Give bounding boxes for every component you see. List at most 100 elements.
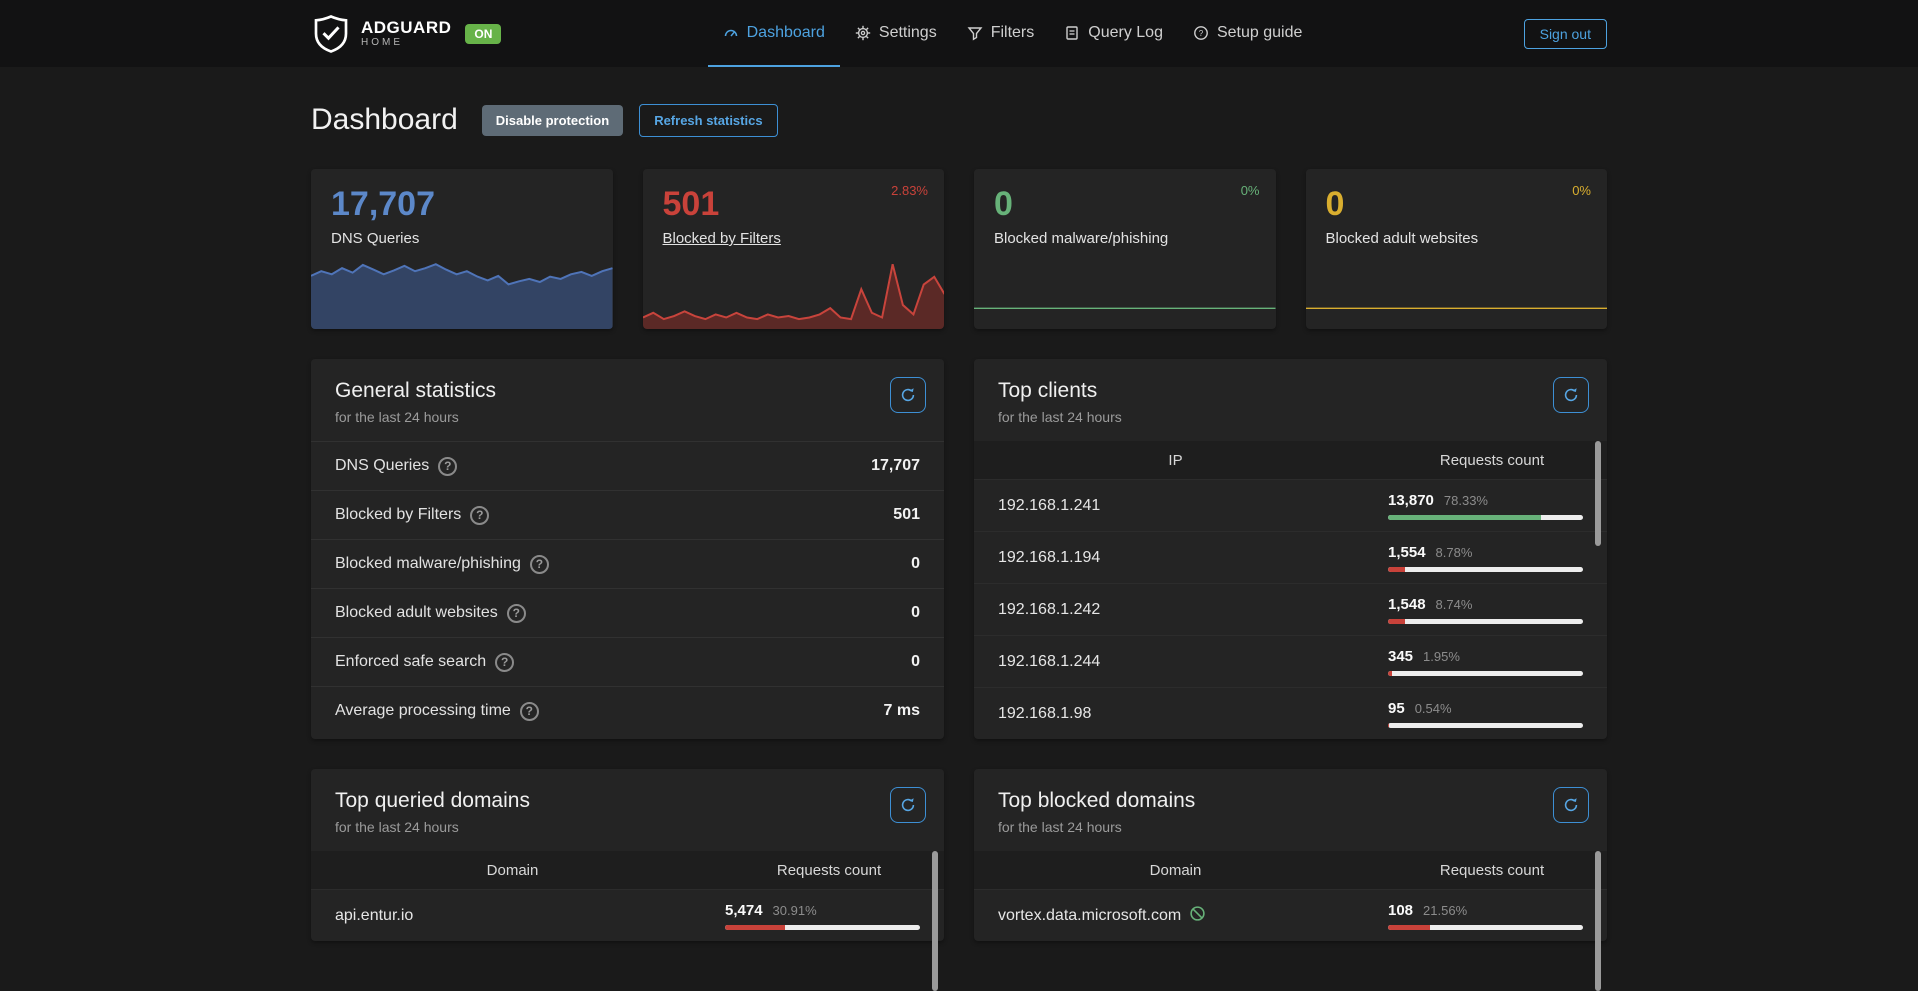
row-value: 7 ms bbox=[884, 702, 920, 720]
stat-row-blocked-malware: Blocked malware/phishing? 0 bbox=[311, 539, 944, 588]
row-label: Blocked by Filters bbox=[335, 506, 461, 524]
refresh-general-statistics-button[interactable] bbox=[890, 377, 926, 413]
adult-percent: 0% bbox=[1572, 183, 1591, 198]
row-value: 501 bbox=[893, 506, 920, 524]
top-queried-domains-panel: Top queried domains for the last 24 hour… bbox=[311, 769, 944, 941]
general-statistics-panel: General statistics for the last 24 hours… bbox=[311, 359, 944, 739]
row-value: 0 bbox=[911, 604, 920, 622]
queried-table-header: Domain Requests count bbox=[311, 851, 944, 889]
nav-tab-settings[interactable]: Settings bbox=[840, 0, 952, 67]
request-count: 13,870 bbox=[1388, 492, 1434, 509]
panel-title: Top queried domains bbox=[335, 789, 920, 813]
stat-row-blocked-adult: Blocked adult websites? 0 bbox=[311, 588, 944, 637]
client-row[interactable]: 192.168.1.244 3451.95% bbox=[974, 635, 1607, 687]
protection-status-badge: ON bbox=[465, 24, 501, 44]
request-count: 5,474 bbox=[725, 902, 763, 919]
panel-subtitle: for the last 24 hours bbox=[335, 409, 920, 425]
blocked-adult-sparkline bbox=[1306, 301, 1608, 309]
stat-row-dns-queries: DNS Queries? 17,707 bbox=[311, 441, 944, 490]
sign-out-button[interactable]: Sign out bbox=[1524, 19, 1607, 49]
refresh-icon bbox=[1563, 387, 1579, 403]
blocked-by-filters-link[interactable]: Blocked by Filters bbox=[663, 230, 781, 247]
refresh-icon bbox=[900, 797, 916, 813]
page-title: Dashboard bbox=[311, 103, 458, 137]
progress-bar bbox=[1388, 619, 1583, 624]
help-icon[interactable]: ? bbox=[530, 555, 549, 574]
row-label: Blocked adult websites bbox=[335, 604, 498, 622]
client-row[interactable]: 192.168.1.194 1,5548.78% bbox=[974, 531, 1607, 583]
nav-tab-query-log[interactable]: Query Log bbox=[1049, 0, 1178, 67]
blocked-malware-label: Blocked malware/phishing bbox=[994, 230, 1168, 247]
help-icon[interactable]: ? bbox=[520, 702, 539, 721]
progress-bar bbox=[1388, 671, 1583, 676]
panel-title: Top clients bbox=[998, 379, 1583, 403]
refresh-top-queried-button[interactable] bbox=[890, 787, 926, 823]
help-icon[interactable]: ? bbox=[507, 604, 526, 623]
nav-tab-dashboard[interactable]: Dashboard bbox=[708, 0, 840, 67]
column-header-requests-count: Requests count bbox=[1377, 452, 1607, 469]
document-icon bbox=[1064, 25, 1080, 41]
gear-icon bbox=[855, 25, 871, 41]
request-count: 1,554 bbox=[1388, 544, 1426, 561]
stat-row-blocked-filters: Blocked by Filters? 501 bbox=[311, 490, 944, 539]
request-percent: 8.74% bbox=[1436, 597, 1473, 612]
nav-tab-setup-guide[interactable]: ? Setup guide bbox=[1178, 0, 1317, 67]
nav-label: Query Log bbox=[1088, 24, 1163, 42]
funnel-icon bbox=[967, 25, 983, 41]
scrollbar-thumb[interactable] bbox=[932, 851, 938, 991]
row-value: 0 bbox=[911, 653, 920, 671]
row-value: 0 bbox=[911, 555, 920, 573]
disable-protection-button[interactable]: Disable protection bbox=[482, 105, 623, 136]
blocked-table-header: Domain Requests count bbox=[974, 851, 1607, 889]
column-header-ip: IP bbox=[974, 452, 1377, 469]
dns-queries-label: DNS Queries bbox=[331, 230, 419, 247]
refresh-top-clients-button[interactable] bbox=[1553, 377, 1589, 413]
request-percent: 1.95% bbox=[1423, 649, 1460, 664]
row-label: Average processing time bbox=[335, 702, 511, 720]
progress-bar bbox=[1388, 515, 1583, 520]
question-circle-icon: ? bbox=[1193, 25, 1209, 41]
request-percent: 78.33% bbox=[1444, 493, 1488, 508]
refresh-top-blocked-button[interactable] bbox=[1553, 787, 1589, 823]
nav-tab-filters[interactable]: Filters bbox=[952, 0, 1050, 67]
nav-label: Setup guide bbox=[1217, 24, 1302, 42]
scrollbar-thumb[interactable] bbox=[1595, 441, 1601, 546]
client-ip: 192.168.1.242 bbox=[998, 601, 1100, 619]
help-icon[interactable]: ? bbox=[470, 506, 489, 525]
blocked-malware-value: 0 bbox=[974, 169, 1276, 224]
row-label: Enforced safe search bbox=[335, 653, 486, 671]
progress-bar bbox=[1388, 723, 1583, 728]
domain-row[interactable]: vortex.data.microsoft.com 10821.56% bbox=[974, 889, 1607, 941]
refresh-icon bbox=[900, 387, 916, 403]
blocked-percent: 2.83% bbox=[891, 183, 928, 198]
svg-text:?: ? bbox=[1199, 29, 1204, 38]
client-row[interactable]: 192.168.1.98 950.54% bbox=[974, 687, 1607, 739]
help-icon[interactable]: ? bbox=[438, 457, 457, 476]
client-row[interactable]: 192.168.1.242 1,5488.74% bbox=[974, 583, 1607, 635]
client-row[interactable]: 192.168.1.241 13,870 78.33% bbox=[974, 479, 1607, 531]
nav-label: Settings bbox=[879, 24, 937, 42]
adguard-shield-logo-icon bbox=[311, 13, 351, 55]
top-blocked-domains-panel: Top blocked domains for the last 24 hour… bbox=[974, 769, 1607, 941]
help-icon[interactable]: ? bbox=[495, 653, 514, 672]
request-percent: 8.78% bbox=[1436, 545, 1473, 560]
adguard-home-brand[interactable]: ADGUARD HOME ON bbox=[311, 13, 501, 55]
client-ip: 192.168.1.241 bbox=[998, 497, 1100, 515]
blocked-malware-sparkline bbox=[974, 301, 1276, 309]
domain-row[interactable]: api.entur.io 5,47430.91% bbox=[311, 889, 944, 941]
refresh-statistics-button[interactable]: Refresh statistics bbox=[639, 104, 777, 137]
dns-queries-sparkline bbox=[311, 257, 613, 329]
scrollbar-thumb[interactable] bbox=[1595, 851, 1601, 991]
navbar: ADGUARD HOME ON Dashboard Settings bbox=[0, 0, 1918, 67]
row-label: DNS Queries bbox=[335, 457, 429, 475]
dashboard-panels: General statistics for the last 24 hours… bbox=[311, 359, 1607, 941]
dns-queries-value: 17,707 bbox=[311, 169, 613, 224]
top-clients-panel: Top clients for the last 24 hours IP Req… bbox=[974, 359, 1607, 739]
progress-bar bbox=[1388, 925, 1583, 930]
main-navigation: Dashboard Settings Filters Query Log bbox=[708, 0, 1318, 67]
brand-subtitle: HOME bbox=[361, 37, 451, 48]
stat-row-processing-time: Average processing time? 7 ms bbox=[311, 686, 944, 735]
panel-subtitle: for the last 24 hours bbox=[998, 409, 1583, 425]
dns-queries-card: 17,707 DNS Queries bbox=[311, 169, 613, 329]
client-ip: 192.168.1.98 bbox=[998, 705, 1091, 723]
